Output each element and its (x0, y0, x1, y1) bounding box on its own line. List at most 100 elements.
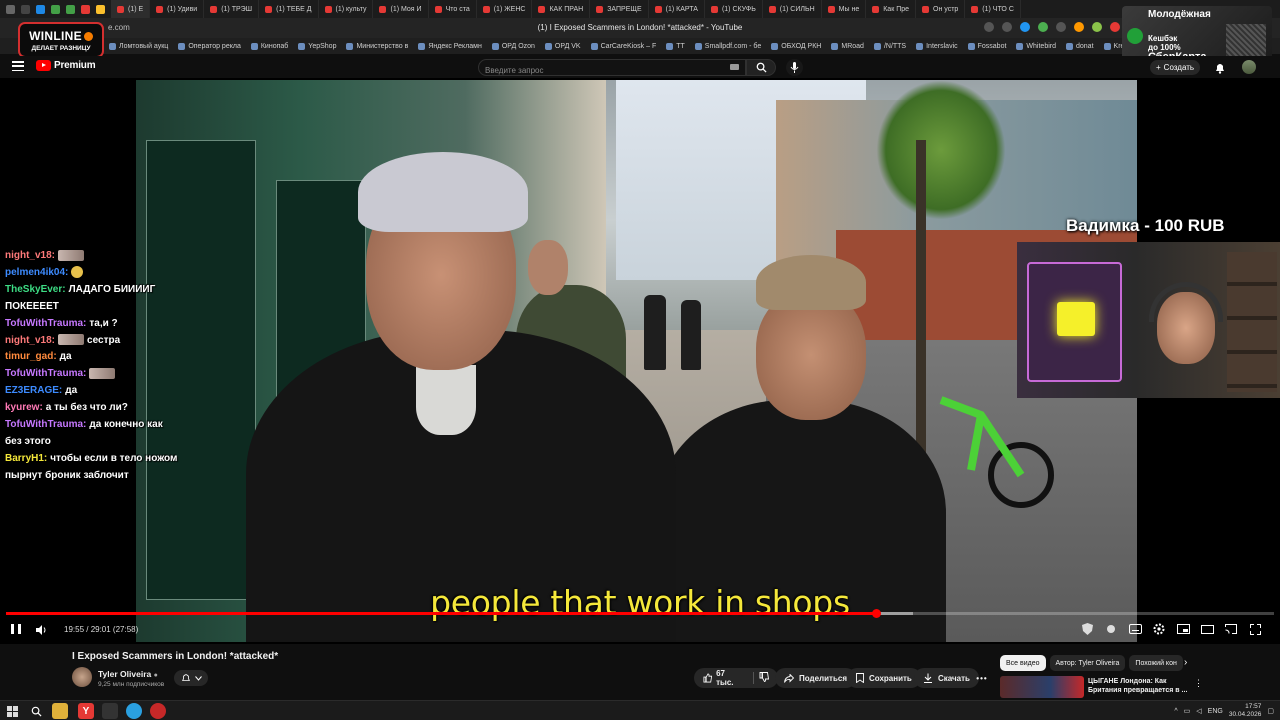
clock[interactable]: 17:57 30.04.2026 (1229, 703, 1262, 719)
like-button[interactable]: 67 тыс. (703, 669, 742, 687)
bookmark-item[interactable]: Оператор рекла (173, 42, 246, 50)
sber-ad[interactable]: Молодёжная Кешбэкдо 100% СберКарта (1122, 6, 1272, 62)
browser-tab[interactable]: (1) ЖЕНС (477, 0, 533, 18)
bookmark-item[interactable]: MRoad (826, 42, 869, 50)
bookmark-item[interactable]: CarCareKiosk – F (586, 42, 662, 50)
file-explorer-icon[interactable] (52, 703, 68, 719)
more-icon[interactable] (984, 22, 994, 32)
browser-tab[interactable]: КАК ПРАН (532, 0, 591, 18)
browser-tab[interactable]: (1) СКУФЬ (705, 0, 763, 18)
pinned-tab-icon[interactable] (96, 4, 105, 14)
hamburger-menu-icon[interactable] (12, 61, 24, 71)
more-actions-button[interactable]: ••• (970, 668, 994, 688)
bookmark-icon[interactable] (1002, 22, 1012, 32)
browser-tab[interactable]: (1) ЧТО С (965, 0, 1021, 18)
filter-chip[interactable]: Похожий кон (1129, 655, 1183, 671)
extension-icon[interactable] (1056, 22, 1066, 32)
bookmark-item[interactable]: Ломтовый аукц (104, 42, 173, 50)
bookmark-item[interactable]: YepShop (293, 42, 341, 50)
browser-tab[interactable]: Он устр (916, 0, 966, 18)
youtube-logo[interactable]: Premium (36, 60, 96, 71)
notification-center-icon[interactable]: ▢ (1267, 707, 1274, 715)
yandex-browser-icon[interactable]: Y (78, 703, 94, 719)
browser-tab[interactable]: (1) Моя И (373, 0, 429, 18)
progress-bar[interactable] (6, 609, 1274, 618)
search-taskbar-button[interactable] (28, 703, 44, 719)
subtitles-icon[interactable] (1128, 622, 1142, 636)
video-player[interactable]: Вадимка - 100 RUB night_v18: pelmen4ik04:… (0, 78, 1280, 644)
browser-tab[interactable]: Мы не (822, 0, 867, 18)
browser-tab[interactable]: Что ста (429, 0, 477, 18)
bookmark-item[interactable]: ОБХОД РКН (766, 42, 826, 50)
pinned-tab-icon[interactable] (81, 4, 90, 14)
app-icon[interactable] (102, 703, 118, 719)
browser-tab[interactable]: (1) СИЛЬН (763, 0, 822, 18)
create-button[interactable]: + Создать (1150, 60, 1201, 75)
subscription-bell-button[interactable] (174, 670, 208, 686)
search-input[interactable] (479, 63, 719, 78)
browser-tab[interactable]: Как Пре (866, 0, 917, 18)
chevron-right-icon[interactable]: › (1184, 657, 1187, 668)
theater-mode-icon[interactable] (1200, 622, 1214, 636)
browser-tab[interactable]: (1) Е (111, 0, 151, 18)
pinned-tab-icon[interactable] (51, 4, 60, 14)
pinned-tab-icon[interactable] (66, 4, 75, 14)
browser-tab[interactable]: (1) ТЕБЕ Д (259, 0, 319, 18)
bookmark-item[interactable]: Whitebird (1011, 42, 1061, 50)
browser-tab[interactable]: ЗАПРЕЩЕ (590, 0, 649, 18)
telegram-icon[interactable] (126, 703, 142, 719)
browser-tab[interactable]: (1) КАРТА (649, 0, 705, 18)
extension-icon[interactable] (1038, 22, 1048, 32)
browser-tab[interactable]: (1) Удиви (150, 0, 205, 18)
fullscreen-icon[interactable] (1248, 622, 1262, 636)
extension-icon[interactable] (1110, 22, 1120, 32)
notifications-button[interactable] (1214, 61, 1226, 79)
winline-ad[interactable]: WINLINE ДЕЛАЕТ РАЗНИЦУ (18, 22, 104, 58)
recommended-title[interactable]: ЦЫГАНЕ Лондона: Как Британия превращаетс… (1088, 677, 1188, 695)
start-button[interactable] (4, 703, 20, 719)
extension-icon[interactable] (1092, 22, 1102, 32)
bookmark-item[interactable]: /N/TTS (869, 42, 911, 50)
voice-search-button[interactable] (786, 59, 803, 76)
bookmark-item[interactable]: Яндекс Рекламн (413, 42, 487, 50)
save-button[interactable]: Сохранить (847, 668, 921, 688)
browser-tab[interactable]: (1) ТРЭШ (204, 0, 260, 18)
tray-chevron-icon[interactable]: ^ (1174, 708, 1177, 715)
channel-avatar[interactable] (72, 667, 92, 687)
extension-icon[interactable] (1074, 22, 1084, 32)
recommended-thumbnail[interactable] (1000, 676, 1084, 698)
account-avatar[interactable] (1242, 60, 1256, 74)
volume-icon[interactable]: ◁ (1196, 707, 1201, 715)
miniplayer-icon[interactable] (1176, 622, 1190, 636)
bookmark-item[interactable]: Кинопаб (246, 42, 293, 50)
more-vertical-icon[interactable]: ⋮ (1194, 678, 1203, 689)
channel-name[interactable]: Tyler Oliveira ● (98, 669, 158, 679)
tab-list-icon[interactable] (21, 4, 30, 14)
scrubber-handle[interactable] (871, 609, 881, 618)
settings-gear-icon[interactable] (1152, 622, 1166, 636)
dislike-button[interactable] (759, 672, 770, 684)
video-frame[interactable] (136, 80, 1137, 642)
network-icon[interactable]: ▭ (1184, 707, 1191, 715)
bookmark-item[interactable]: Interslavic (911, 42, 963, 50)
bookmark-item[interactable]: ОРД Ozon (487, 42, 540, 50)
share-button[interactable]: Поделиться (775, 668, 857, 688)
filter-chip[interactable]: Все видео (1000, 655, 1046, 671)
keyboard-icon[interactable] (730, 64, 739, 70)
keyboard-language[interactable]: ENG (1208, 708, 1223, 715)
bookmark-item[interactable]: donat (1061, 42, 1099, 50)
pause-button[interactable] (11, 624, 21, 634)
shield-icon[interactable] (1080, 622, 1094, 636)
address-bar[interactable]: e.com (1) I Exposed Scammers in London! … (0, 18, 1280, 38)
search-button[interactable] (746, 59, 776, 76)
volume-button[interactable] (35, 623, 47, 641)
bookmark-item[interactable]: Fossabot (963, 42, 1012, 50)
bookmark-item[interactable]: Министерство в (341, 42, 413, 50)
bookmark-item[interactable]: Smallpdf.com - бе (690, 42, 766, 50)
obs-icon[interactable] (150, 703, 166, 719)
bookmark-item[interactable]: ОРД VK (540, 42, 586, 50)
autoplay-toggle-icon[interactable] (1104, 622, 1118, 636)
browser-menu-icon[interactable] (6, 4, 15, 14)
browser-tab[interactable]: (1) культу (319, 0, 374, 18)
filter-chip[interactable]: Автор: Tyler Oliveira (1049, 655, 1126, 671)
